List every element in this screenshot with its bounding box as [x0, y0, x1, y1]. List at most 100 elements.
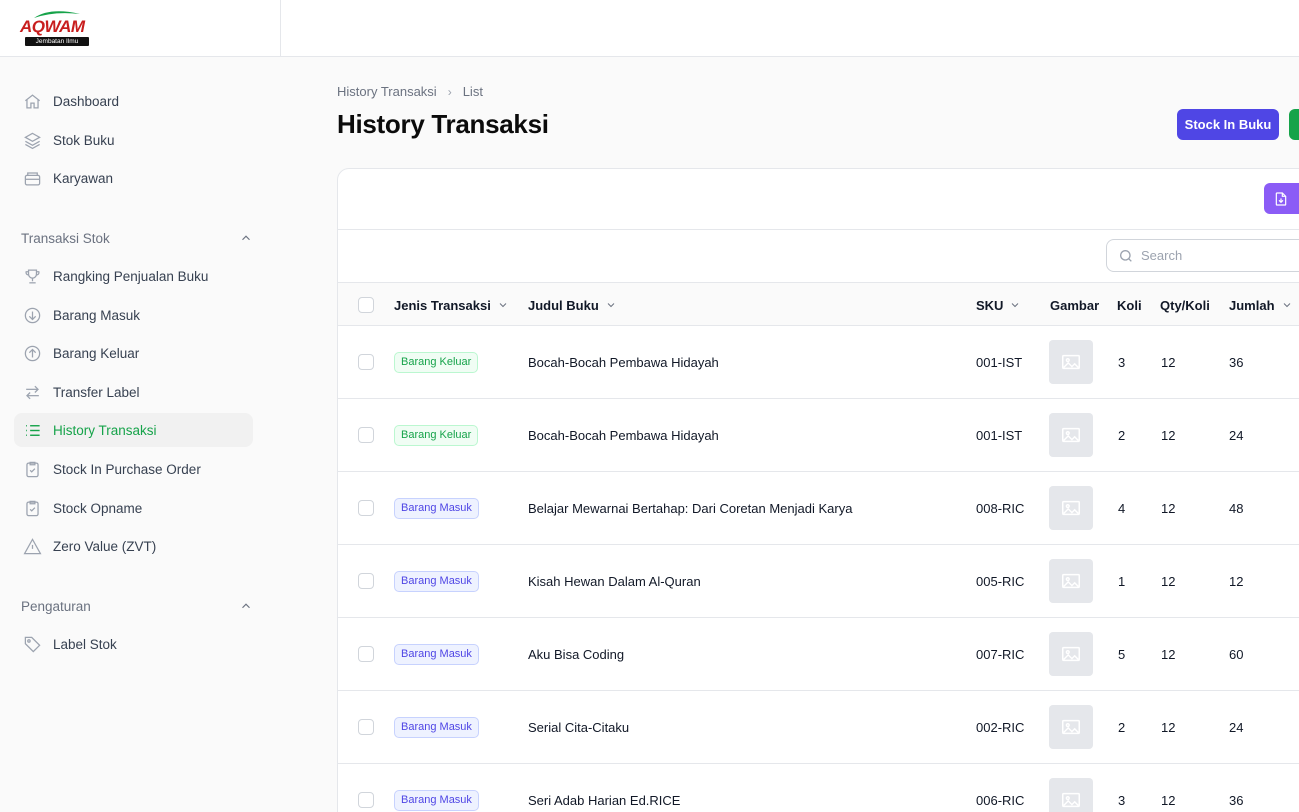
column-header-sku[interactable]: SKU — [976, 283, 1021, 327]
sidebar-item-zero-value[interactable]: Zero Value (ZVT) — [14, 529, 253, 563]
sidebar-group-label: Pengaturan — [21, 598, 91, 614]
qty-koli-cell: 12 — [1161, 427, 1176, 443]
gambar-cell — [1049, 326, 1093, 398]
sidebar-item-stock-in-purchase-order[interactable]: Stock In Purchase Order — [14, 452, 253, 486]
koli-cell: 3 — [1118, 792, 1126, 808]
brand-name: AQWAM — [20, 17, 85, 36]
logo-area: AQWAM Jembatan Ilmu — [0, 0, 281, 56]
image-placeholder-icon[interactable] — [1049, 413, 1093, 457]
jumlah-cell: 24 — [1229, 427, 1244, 443]
select-all-checkbox[interactable] — [358, 297, 374, 313]
sidebar-item-label: Stock In Purchase Order — [53, 461, 201, 477]
row-checkbox[interactable] — [358, 792, 374, 808]
table-row[interactable]: Barang Masuk Seri Adab Harian Ed.RICE 006-… — [338, 764, 1299, 812]
sku-cell: 005-RIC — [976, 573, 1025, 589]
sidebar-item-label: Rangking Penjualan Buku — [53, 268, 209, 284]
sidebar-item-dashboard[interactable]: Dashboard — [14, 84, 253, 118]
column-header-label: Koli — [1117, 297, 1142, 313]
sidebar-group-transaksi-stok[interactable]: Transaksi Stok — [21, 228, 253, 248]
transaction-type-badge: Barang Keluar — [394, 424, 479, 446]
judul-cell: Kisah Hewan Dalam Al-Quran — [528, 573, 701, 589]
column-header-label: Qty/Koli — [1160, 297, 1210, 313]
qty-koli-cell: 12 — [1161, 792, 1176, 808]
image-placeholder-icon[interactable] — [1049, 705, 1093, 749]
export-button[interactable] — [1264, 183, 1299, 214]
image-placeholder-icon[interactable] — [1049, 559, 1093, 603]
sidebar-item-stok-buku[interactable]: Stok Buku — [14, 123, 253, 157]
sidebar-item-history-transaksi[interactable]: History Transaksi — [14, 413, 253, 447]
table-row[interactable]: Barang Masuk Belajar Mewarnai Bertahap: D… — [338, 472, 1299, 545]
table-row[interactable]: Barang Masuk Aku Bisa Coding 007-RIC 5 12 60 — [338, 618, 1299, 691]
chevron-down-icon — [1012, 303, 1019, 308]
layers-icon — [22, 130, 42, 150]
clipboard-check-icon — [22, 459, 42, 479]
column-header-gambar: Gambar — [1050, 283, 1099, 327]
koli-cell: 5 — [1118, 646, 1126, 662]
gambar-cell — [1049, 545, 1093, 617]
qty-koli-cell: 12 — [1161, 354, 1176, 370]
transaction-type-badge: Barang Masuk — [394, 643, 479, 665]
sidebar-item-transfer-label[interactable]: Transfer Label — [14, 375, 253, 409]
row-checkbox[interactable] — [358, 427, 374, 443]
sidebar-item-label: Barang Masuk — [53, 307, 141, 323]
table-toolbar — [338, 169, 1299, 230]
judul-cell: Belajar Mewarnai Bertahap: Dari Coretan … — [528, 500, 853, 516]
image-placeholder-icon[interactable] — [1049, 486, 1093, 530]
column-header-jumlah[interactable]: Jumlah — [1229, 283, 1293, 327]
breadcrumb: History Transaksi › List — [337, 84, 483, 99]
table-row[interactable]: Barang Masuk Serial Cita-Citaku 002-RIC 2 12… — [338, 691, 1299, 764]
koli-cell: 4 — [1118, 500, 1126, 516]
image-placeholder-icon[interactable] — [1049, 778, 1093, 812]
stock-in-buku-button[interactable]: Stock In Buku — [1177, 109, 1279, 140]
image-placeholder-icon[interactable] — [1049, 632, 1093, 676]
transaction-type-badge: Barang Masuk — [394, 789, 479, 811]
sidebar-item-label: Stock Opname — [53, 500, 143, 516]
jumlah-cell: 60 — [1229, 646, 1244, 662]
sku-cell: 008-RIC — [976, 500, 1025, 516]
sidebar-group-pengaturan[interactable]: Pengaturan — [21, 596, 253, 616]
row-checkbox[interactable] — [358, 646, 374, 662]
judul-cell: Aku Bisa Coding — [528, 646, 625, 662]
sidebar: Dashboard Stok Buku Karyawan Transaksi S… — [0, 57, 281, 812]
table-row[interactable]: Barang Masuk Kisah Hewan Dalam Al-Quran 00… — [338, 545, 1299, 618]
sidebar-item-stock-opname[interactable]: Stock Opname — [14, 491, 253, 525]
gambar-cell — [1049, 399, 1093, 471]
jenis-cell: Barang Masuk — [394, 545, 479, 617]
column-header-label: Jenis Transaksi — [394, 297, 491, 313]
search-field[interactable] — [1106, 239, 1299, 272]
sidebar-item-barang-masuk[interactable]: Barang Masuk — [14, 298, 253, 332]
row-checkbox[interactable] — [358, 500, 374, 516]
sku-cell: 006-RIC — [976, 792, 1025, 808]
sidebar-item-label: Dashboard — [53, 93, 120, 109]
column-header-jenis-transaksi[interactable]: Jenis Transaksi — [394, 283, 509, 327]
sku-cell: 002-RIC — [976, 719, 1025, 735]
judul-cell: Seri Adab Harian Ed.RICE — [528, 792, 681, 808]
chevron-up-icon — [242, 603, 250, 609]
transaction-type-badge: Barang Masuk — [394, 570, 479, 592]
column-header-judul-buku[interactable]: Judul Buku — [528, 283, 617, 327]
row-checkbox[interactable] — [358, 719, 374, 735]
sidebar-item-karyawan[interactable]: Karyawan — [14, 161, 253, 195]
jumlah-cell: 48 — [1229, 500, 1244, 516]
sidebar-item-label: Transfer Label — [53, 384, 140, 400]
secondary-action-button[interactable] — [1289, 109, 1299, 140]
row-checkbox[interactable] — [358, 573, 374, 589]
sidebar-item-rangking-penjualan-buku[interactable]: Rangking Penjualan Buku — [14, 259, 253, 293]
list-icon — [22, 420, 42, 440]
home-icon — [22, 91, 42, 111]
jumlah-cell: 36 — [1229, 792, 1244, 808]
brand-logo[interactable]: AQWAM Jembatan Ilmu — [20, 9, 92, 47]
breadcrumb-parent-link[interactable]: History Transaksi — [337, 84, 437, 99]
sidebar-item-barang-keluar[interactable]: Barang Keluar — [14, 336, 253, 370]
image-placeholder-icon[interactable] — [1049, 340, 1093, 384]
chevron-right-icon: › — [447, 84, 452, 99]
gambar-cell — [1049, 764, 1093, 812]
table-row[interactable]: Barang Keluar Bocah-Bocah Pembawa Hidayah… — [338, 326, 1299, 399]
sidebar-item-label-stok[interactable]: Label Stok — [14, 627, 253, 661]
row-checkbox[interactable] — [358, 354, 374, 370]
column-header-label: Gambar — [1050, 297, 1100, 313]
judul-cell: Bocah-Bocah Pembawa Hidayah — [528, 354, 719, 370]
table-row[interactable]: Barang Keluar Bocah-Bocah Pembawa Hidayah… — [338, 399, 1299, 472]
search-input[interactable] — [1141, 248, 1291, 263]
koli-cell: 1 — [1118, 573, 1126, 589]
